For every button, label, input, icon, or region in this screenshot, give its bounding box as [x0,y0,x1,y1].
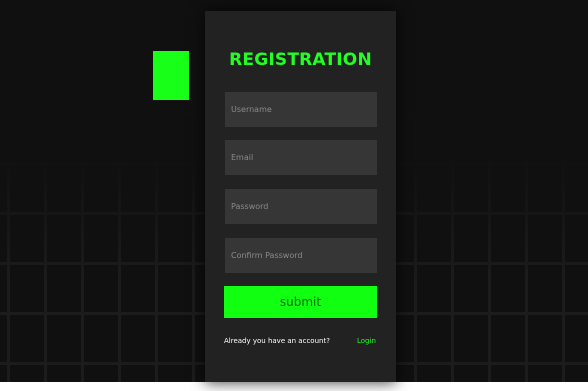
form-title: REGISTRATION [229,50,372,70]
email-input[interactable] [225,140,377,175]
grid-background: REGISTRATION submit Already you have an … [0,0,588,382]
highlighted-grid-cell [153,51,189,100]
password-input[interactable] [225,189,377,224]
registration-card: REGISTRATION submit Already you have an … [205,11,396,382]
confirm-password-input[interactable] [225,238,377,273]
username-input[interactable] [225,92,377,127]
account-prompt: Already you have an account? [224,337,330,345]
login-link[interactable]: Login [357,337,376,345]
submit-button[interactable]: submit [224,286,377,318]
